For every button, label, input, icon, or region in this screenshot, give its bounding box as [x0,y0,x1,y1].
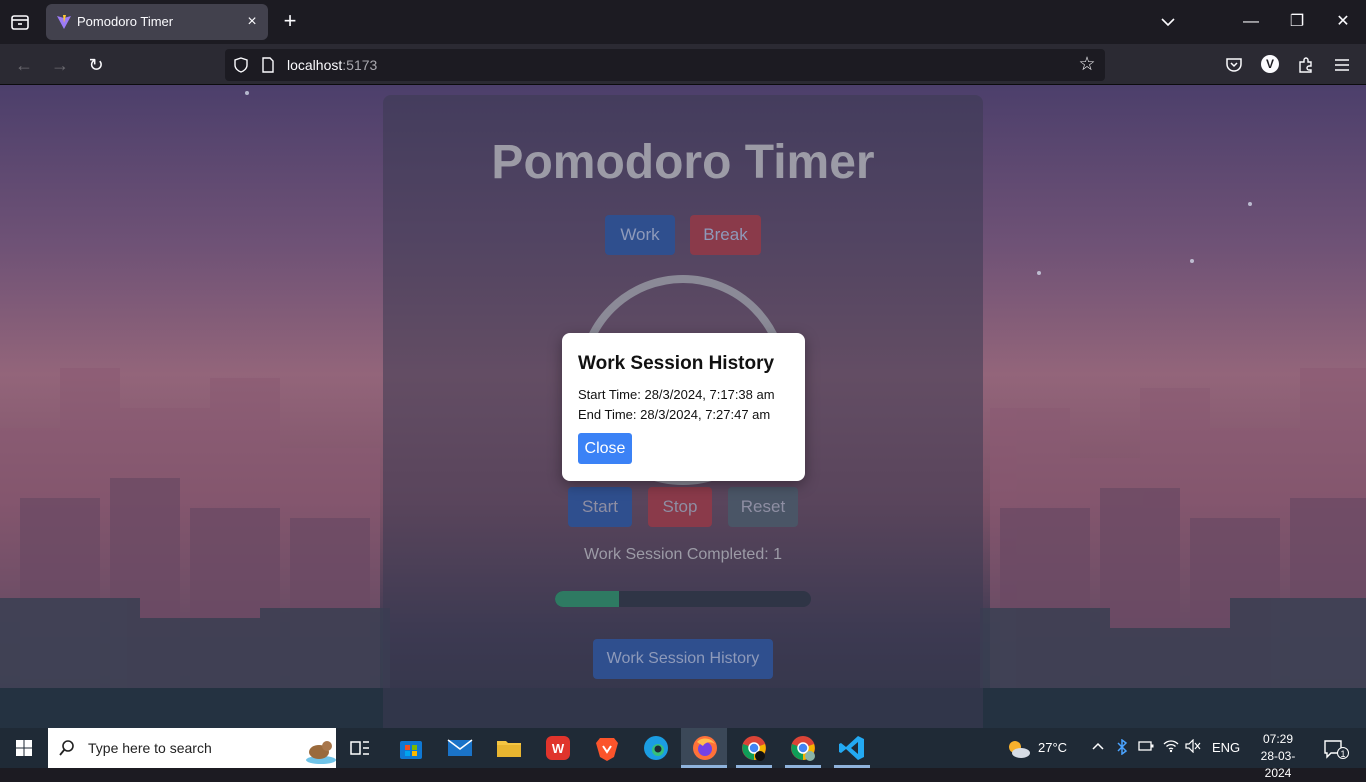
tracking-shield-icon[interactable] [233,57,249,73]
star-decoration [1248,202,1252,206]
bluetooth-icon[interactable] [1114,738,1130,757]
page-info-icon[interactable] [261,57,275,73]
new-tab-button[interactable]: + [279,10,301,34]
firefox-icon[interactable] [691,734,719,762]
windows-taskbar: Type here to search W 27°C ENG 07:29 28-… [0,728,1366,780]
vite-favicon-icon [56,14,72,30]
taskbar-clock[interactable]: 07:29 28-03-2024 [1250,731,1306,782]
show-hidden-icons-chevron-icon[interactable] [1090,739,1106,757]
window-close-button[interactable]: ✕ [1323,8,1363,36]
restore-button[interactable]: ❐ [1277,8,1317,36]
search-icon [58,739,76,757]
forward-arrow-icon[interactable]: → [47,52,73,78]
star-decoration [245,91,249,95]
extensions-puzzle-icon[interactable] [1295,54,1317,76]
reset-button[interactable]: Reset [728,487,798,527]
browser-tab-bar: Pomodoro Timer × + — ❐ ✕ [0,0,1366,44]
start-button[interactable]: Start [568,487,632,527]
clock-time: 07:29 [1262,732,1294,746]
search-placeholder: Type here to search [88,740,212,756]
mail-icon[interactable] [446,734,474,762]
work-session-history-button[interactable]: Work Session History [593,639,773,679]
weather-temperature[interactable]: 27°C [1038,740,1067,755]
notification-center-icon[interactable]: 1 [1322,739,1350,759]
url-port: :5173 [342,57,378,73]
wps-office-icon[interactable]: W [544,734,572,762]
chrome-icon[interactable] [740,734,768,762]
sessions-completed-text: Work Session Completed: 1 [583,546,782,563]
bookmark-star-icon[interactable]: ☆ [1077,55,1097,75]
minimize-button[interactable]: — [1231,8,1271,36]
break-mode-button[interactable]: Break [690,215,761,255]
session-progress-bar [555,591,811,607]
input-language[interactable]: ENG [1212,740,1240,755]
tab-overflow-chevron-icon[interactable] [1148,8,1188,36]
wifi-icon[interactable] [1163,739,1179,757]
session-end-time: End Time: 28/3/2024, 7:27:47 am [578,407,771,422]
app-menu-hamburger-icon[interactable] [1331,54,1353,76]
chrome-profile-icon[interactable] [789,734,817,762]
clock-date: 28-03-2024 [1260,749,1296,780]
search-highlight-capybara-icon [306,732,336,764]
volume-muted-icon[interactable] [1185,738,1201,757]
session-history-modal: Work Session History Start Time: 28/3/20… [562,333,805,481]
task-view-icon[interactable] [346,734,374,762]
url-host: localhost [287,57,343,73]
weather-sun-cloud-icon[interactable] [1005,739,1031,758]
microsoft-store-icon[interactable] [397,734,425,762]
profile-avatar[interactable]: V [1261,55,1279,73]
tab-pomodoro-timer[interactable]: Pomodoro Timer × [46,4,268,40]
app-title: Pomodoro Timer [491,136,875,189]
star-decoration [1037,271,1041,275]
edge-browser-icon[interactable] [642,734,670,762]
modal-close-button[interactable]: Close [578,433,632,464]
tab-close-icon[interactable]: × [243,13,261,31]
list-all-tabs-icon[interactable] [8,10,32,34]
vscode-icon[interactable] [838,734,866,762]
url-text: localhost:5173 [287,57,377,73]
star-decoration [1190,259,1194,263]
back-arrow-icon[interactable]: ← [11,52,37,78]
windows-start-icon[interactable] [0,728,48,768]
work-mode-button[interactable]: Work [605,215,675,255]
modal-title: Work Session History [578,353,775,374]
stop-button[interactable]: Stop [648,487,712,527]
battery-icon[interactable] [1138,739,1154,757]
browser-nav-bar: ← → ↻ localhost:5173 ☆ V [0,44,1366,85]
taskbar-search-box[interactable]: Type here to search [48,728,336,768]
file-explorer-icon[interactable] [495,734,523,762]
pocket-icon[interactable] [1223,54,1245,76]
session-start-time: Start Time: 28/3/2024, 7:17:38 am [578,387,775,402]
address-bar[interactable]: localhost:5173 ☆ [225,49,1105,81]
reload-icon[interactable]: ↻ [83,52,109,78]
svg-text:W: W [552,741,565,756]
brave-browser-icon[interactable] [593,734,621,762]
tab-title: Pomodoro Timer [77,14,174,29]
notification-count-badge: 1 [1340,749,1346,759]
progress-fill [555,591,619,607]
